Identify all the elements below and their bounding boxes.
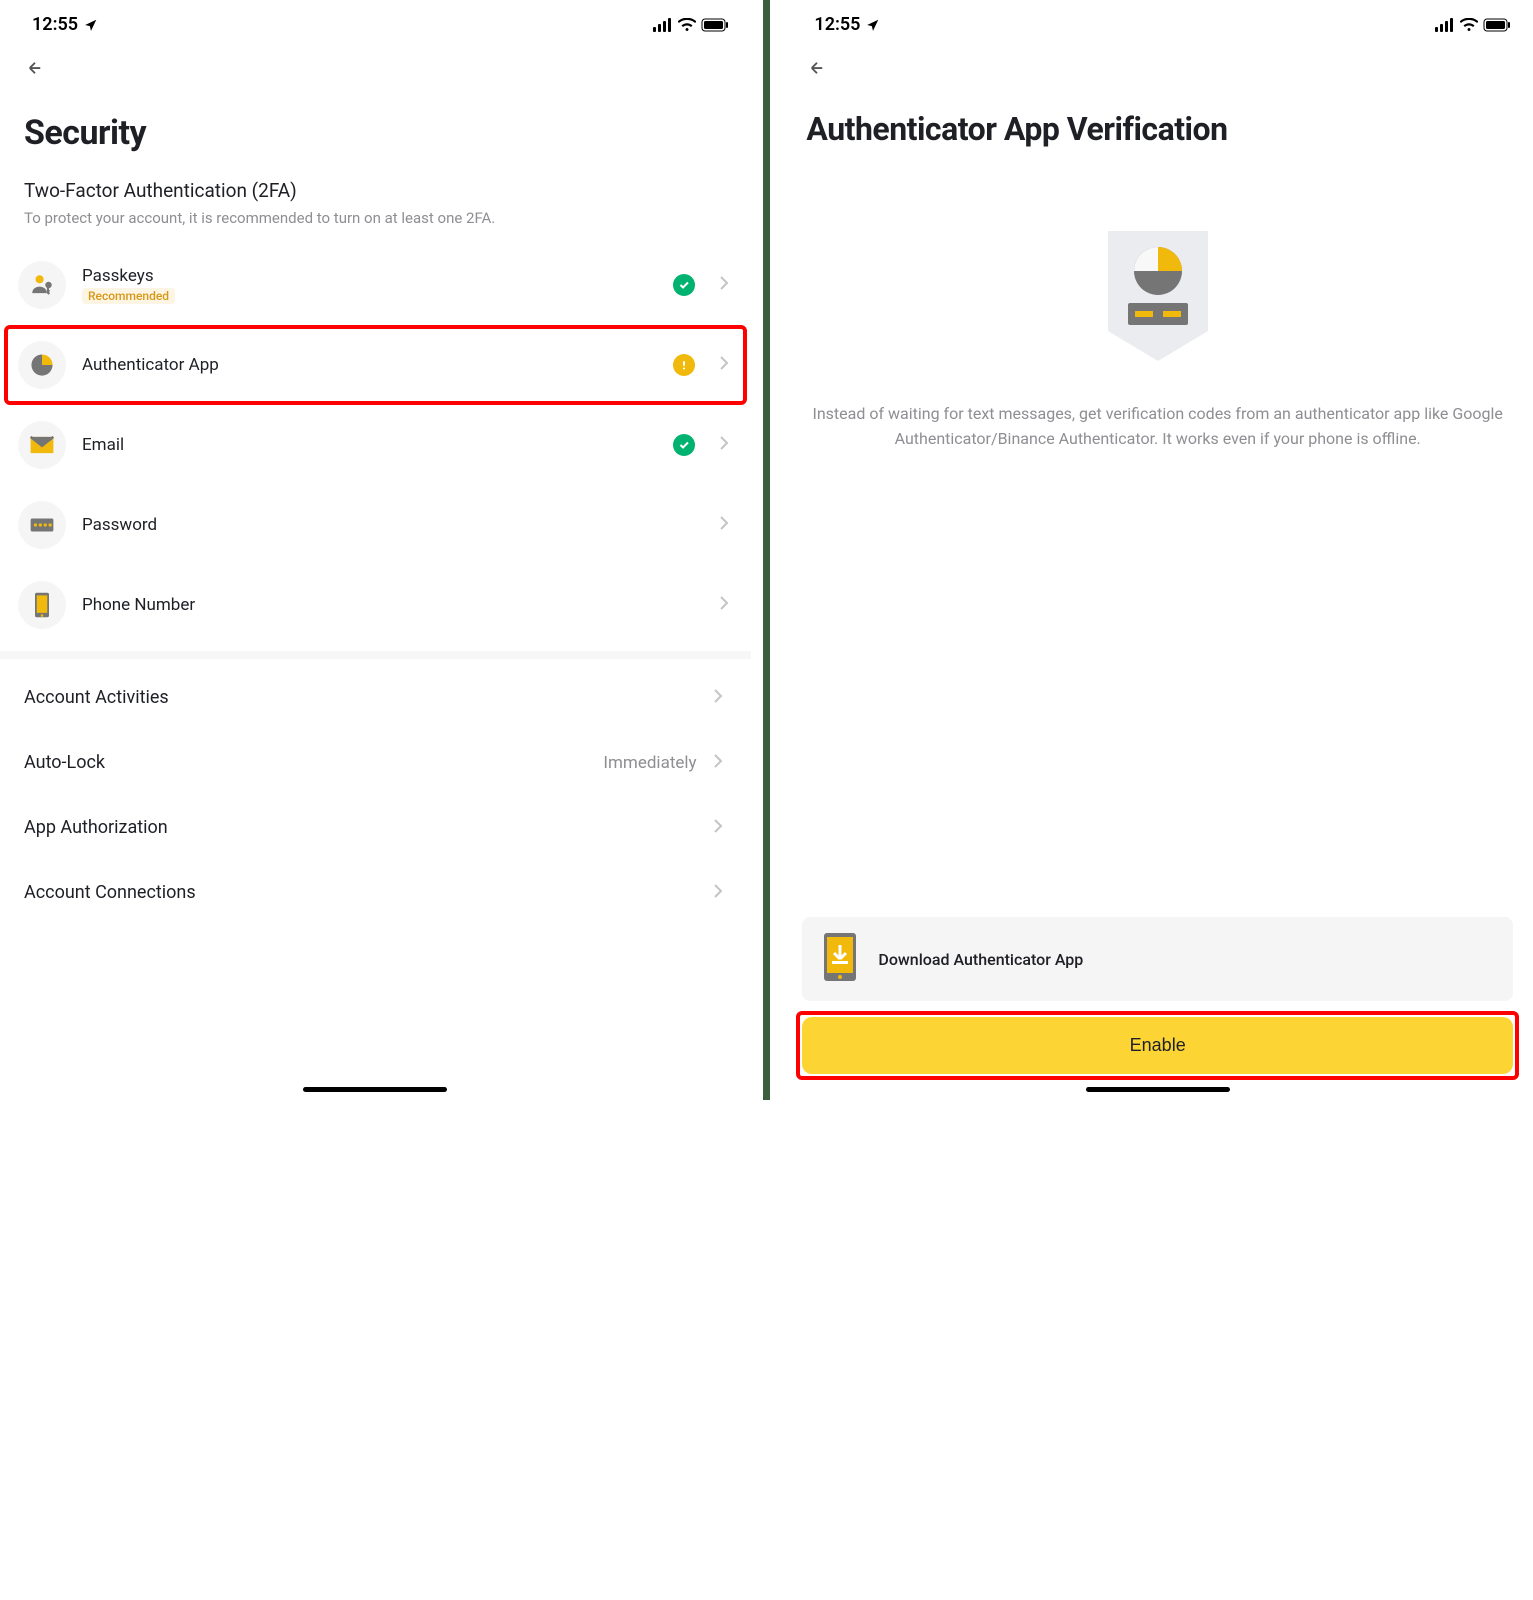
page-title: Security: [0, 89, 751, 163]
status-time: 12:55: [814, 14, 860, 35]
location-icon: [84, 18, 98, 32]
chevron-right-icon: [713, 818, 723, 838]
password-icon: [18, 501, 66, 549]
security-screen: 12:55 Security Two-Factor Authentication…: [0, 0, 751, 1100]
section-divider: [0, 651, 751, 659]
authenticator-icon: [18, 341, 66, 389]
verification-description: Instead of waiting for text messages, ge…: [782, 401, 1533, 452]
row-account-connections[interactable]: Account Connections: [0, 860, 751, 925]
wifi-icon: [1460, 18, 1478, 32]
row-authenticator-app[interactable]: Authenticator App: [0, 325, 751, 405]
status-bar: 12:55: [782, 0, 1533, 41]
chevron-right-icon: [719, 595, 729, 615]
row-passkeys[interactable]: Passkeys Recommended: [0, 245, 751, 325]
tfa-heading: Two-Factor Authentication (2FA): [0, 163, 751, 204]
row-phone-number[interactable]: Phone Number: [0, 565, 751, 645]
chevron-right-icon: [713, 688, 723, 708]
row-account-activities[interactable]: Account Activities: [0, 665, 751, 730]
page-title: Authenticator App Verification: [782, 89, 1533, 161]
tfa-subheading: To protect your account, it is recommend…: [0, 204, 751, 245]
row-label: App Authorization: [24, 817, 705, 838]
recommended-badge: Recommended: [82, 288, 175, 304]
signal-icon: [1435, 18, 1455, 32]
download-label: Download Authenticator App: [878, 950, 1083, 969]
wifi-icon: [678, 18, 696, 32]
row-label: Auto-Lock: [24, 752, 603, 773]
status-warn-icon: [673, 354, 695, 376]
back-button[interactable]: [0, 41, 70, 89]
location-icon: [866, 18, 880, 32]
row-label: Password: [82, 515, 695, 535]
download-authenticator-card[interactable]: Download Authenticator App: [802, 917, 1513, 1001]
chevron-right-icon: [713, 753, 723, 773]
row-label: Passkeys: [82, 266, 657, 286]
home-indicator[interactable]: [1086, 1087, 1230, 1092]
row-label: Authenticator App: [82, 355, 657, 375]
row-label: Account Activities: [24, 687, 705, 708]
chevron-right-icon: [719, 355, 729, 375]
download-app-icon: [820, 931, 860, 987]
row-label: Account Connections: [24, 882, 705, 903]
passkeys-icon: [18, 261, 66, 309]
enable-button[interactable]: Enable: [802, 1017, 1513, 1074]
row-email[interactable]: Email: [0, 405, 751, 485]
row-label: Phone Number: [82, 595, 695, 615]
authenticator-verification-screen: 12:55 Authenticator App Verification Ins…: [782, 0, 1533, 1100]
signal-icon: [653, 18, 673, 32]
status-time: 12:55: [32, 14, 78, 35]
back-button[interactable]: [782, 41, 852, 89]
chevron-right-icon: [719, 435, 729, 455]
row-app-authorization[interactable]: App Authorization: [0, 795, 751, 860]
row-auto-lock[interactable]: Auto-Lock Immediately: [0, 730, 751, 795]
authenticator-illustration: [782, 161, 1533, 401]
chevron-right-icon: [713, 883, 723, 903]
home-indicator[interactable]: [303, 1087, 447, 1092]
status-check-icon: [673, 434, 695, 456]
chevron-right-icon: [719, 515, 729, 535]
battery-icon: [701, 18, 729, 32]
battery-icon: [1483, 18, 1511, 32]
phone-icon: [18, 581, 66, 629]
email-icon: [18, 421, 66, 469]
row-label: Email: [82, 435, 657, 455]
status-bar: 12:55: [0, 0, 751, 41]
row-password[interactable]: Password: [0, 485, 751, 565]
status-check-icon: [673, 274, 695, 296]
chevron-right-icon: [719, 275, 729, 295]
row-value: Immediately: [603, 753, 696, 773]
